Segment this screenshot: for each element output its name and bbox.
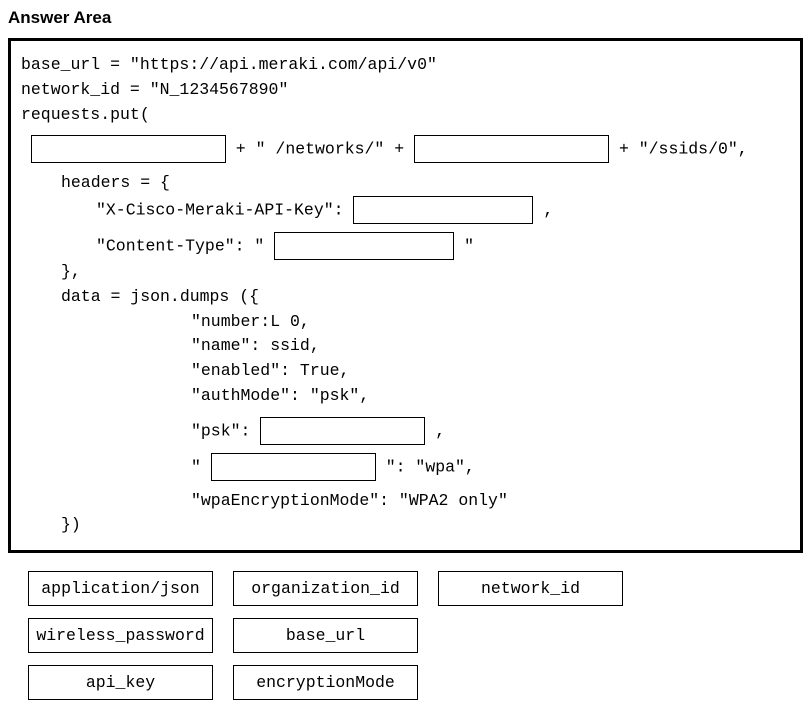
code-line: data = json.dumps ({	[21, 285, 790, 310]
code-text: + " /networks/" +	[226, 140, 414, 159]
code-text: "	[454, 236, 474, 255]
option-row: wireless_password base_url	[28, 618, 803, 653]
option-row: api_key encryptionMode	[28, 665, 803, 700]
drop-target-contenttype[interactable]	[274, 232, 454, 260]
drop-target-wpakey[interactable]	[211, 453, 376, 481]
option-application-json[interactable]: application/json	[28, 571, 213, 606]
code-line: "number:L 0,	[21, 310, 790, 335]
code-line: "authMode": "psk",	[21, 384, 790, 409]
wpa-key-line: " ": "wpa",	[21, 453, 790, 481]
option-api-key[interactable]: api_key	[28, 665, 213, 700]
code-text: ,	[533, 200, 553, 219]
code-line: requests.put(	[21, 103, 790, 128]
option-wireless-password[interactable]: wireless_password	[28, 618, 213, 653]
code-line: },	[21, 260, 790, 285]
code-text: "X-Cisco-Meraki-API-Key":	[96, 200, 353, 219]
drop-target-psk[interactable]	[260, 417, 425, 445]
drop-target-url1[interactable]	[31, 135, 226, 163]
options-container: application/json organization_id network…	[8, 571, 803, 700]
code-line: headers = {	[21, 171, 790, 196]
code-line: network_id = "N_1234567890"	[21, 78, 790, 103]
content-type-line: "Content-Type": " "	[21, 232, 790, 260]
code-text: "psk":	[191, 421, 260, 440]
code-line: })	[21, 513, 790, 538]
option-network-id[interactable]: network_id	[438, 571, 623, 606]
code-line: base_url = "https://api.meraki.com/api/v…	[21, 53, 790, 78]
psk-line: "psk": ,	[21, 417, 790, 445]
url-construct-line: + " /networks/" + + "/ssids/0",	[21, 135, 790, 163]
page-title: Answer Area	[8, 8, 803, 28]
option-base-url[interactable]: base_url	[233, 618, 418, 653]
api-key-line: "X-Cisco-Meraki-API-Key": ,	[21, 196, 790, 224]
code-container: base_url = "https://api.meraki.com/api/v…	[8, 38, 803, 553]
option-row: application/json organization_id network…	[28, 571, 803, 606]
code-line: "enabled": True,	[21, 359, 790, 384]
option-organization-id[interactable]: organization_id	[233, 571, 418, 606]
code-text: + "/ssids/0",	[609, 140, 748, 159]
code-text: "Content-Type": "	[96, 236, 274, 255]
option-encryption-mode[interactable]: encryptionMode	[233, 665, 418, 700]
code-line: "wpaEncryptionMode": "WPA2 only"	[21, 489, 790, 514]
drop-target-url2[interactable]	[414, 135, 609, 163]
code-text: ,	[425, 421, 445, 440]
drop-target-apikey[interactable]	[353, 196, 533, 224]
code-line: "name": ssid,	[21, 334, 790, 359]
code-text: ": "wpa",	[376, 457, 475, 476]
code-text: "	[191, 457, 211, 476]
